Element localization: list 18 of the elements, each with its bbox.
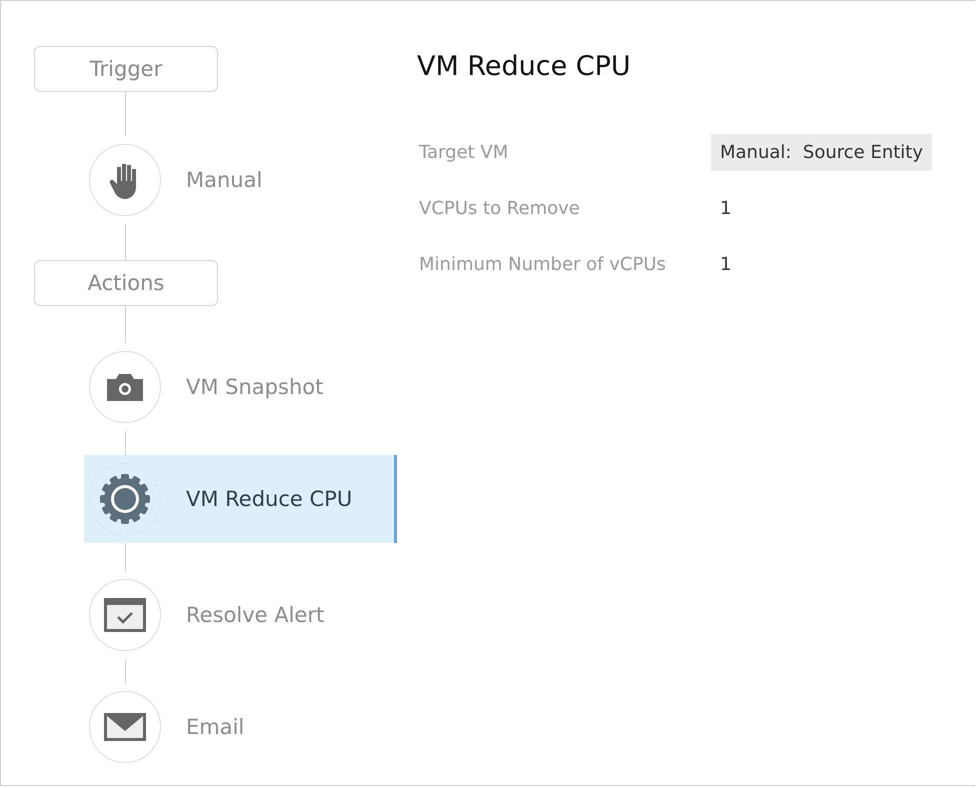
field-label: VCPUs to Remove	[418, 198, 581, 219]
camera-icon	[105, 371, 145, 403]
action-step[interactable]: Manual	[84, 136, 397, 224]
envelope-icon	[103, 712, 147, 742]
field-value: 1	[719, 253, 732, 277]
value-chip: Manual: Source Entity	[711, 134, 932, 171]
gear-icon	[100, 474, 150, 524]
field-label: Minimum Number of vCPUs	[418, 254, 667, 275]
field-value: 1	[719, 197, 732, 221]
panel-title: VM Reduce CPU	[417, 51, 632, 82]
action-step[interactable]: VM Reduce CPU	[84, 455, 397, 543]
field-label: Target VM	[418, 142, 510, 163]
section-header: Trigger	[34, 46, 218, 92]
calendar-check-icon	[103, 597, 147, 633]
action-step[interactable]: Email	[84, 683, 397, 771]
section-header: Actions	[34, 260, 218, 306]
action-step[interactable]: VM Snapshot	[84, 343, 397, 431]
action-step[interactable]: Resolve Alert	[84, 571, 397, 659]
